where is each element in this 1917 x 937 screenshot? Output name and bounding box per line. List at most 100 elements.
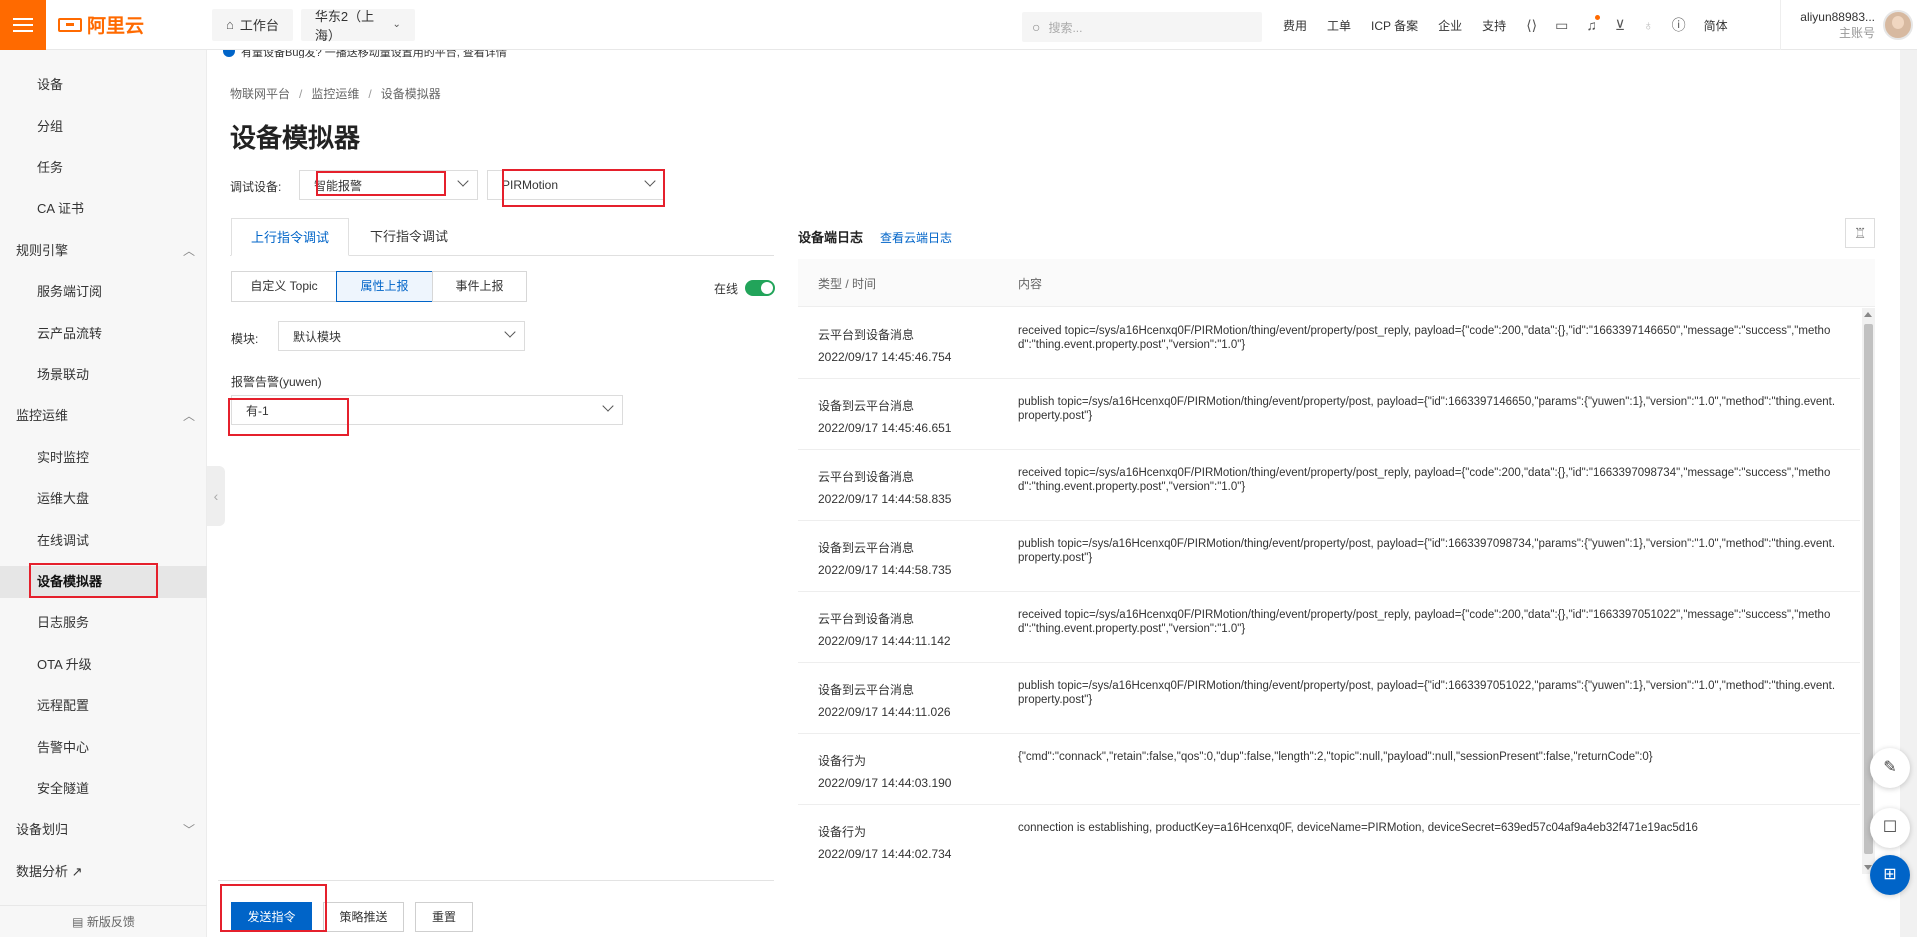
- bell-icon[interactable]: ♫: [1586, 15, 1600, 33]
- sidebar-item-alert-center[interactable]: 告警中心: [0, 732, 207, 764]
- segment-custom-topic[interactable]: 自定义 Topic: [231, 271, 337, 302]
- reset-button[interactable]: 重置: [415, 902, 473, 932]
- top-link-enterprise[interactable]: 企业: [1438, 17, 1462, 34]
- grid-icon: ⊞: [1883, 866, 1897, 883]
- home-icon: ⌂: [226, 17, 234, 32]
- sidebar-group-monitoring[interactable]: 监控运维 ︿: [0, 400, 207, 432]
- chevron-down-icon: [602, 400, 614, 412]
- account-type: 主账号: [1838, 26, 1875, 40]
- cart-icon[interactable]: ⊻: [1615, 17, 1625, 34]
- sidebar: 设备 分组 任务 CA 证书 规则引擎 ︿ 服务端订阅 云产品流转 场景联动 监…: [0, 50, 207, 937]
- aliyun-logo[interactable]: 阿里云: [58, 0, 158, 50]
- sidebar-item-ca-cert[interactable]: CA 证书: [0, 193, 207, 225]
- sidebar-collapse-handle[interactable]: ‹: [207, 466, 225, 526]
- clear-log-button[interactable]: ♖: [1845, 218, 1875, 248]
- top-links: 费用 工单 ICP 备案 企业 支持 ⟨⟩ ▭ ♫ ⊻ ♁ ⓘ 简体: [1283, 0, 1748, 50]
- sidebar-item-secure-tunnel[interactable]: 安全隧道: [0, 773, 207, 805]
- device-log-table: 类型 / 时间 内容 云平台到设备消息 2022/09/17 14:45:46.…: [798, 259, 1875, 861]
- chat-float-button[interactable]: ☐: [1870, 808, 1910, 848]
- workbench-button[interactable]: ⌂ 工作台: [212, 8, 293, 41]
- sidebar-item-tasks[interactable]: 任务: [0, 152, 207, 184]
- sidebar-item-device-simulator[interactable]: 设备模拟器: [0, 566, 207, 598]
- device-select-label: 调试设备:: [230, 180, 282, 194]
- chevron-down-icon: ⌄: [392, 19, 401, 30]
- sidebar-item-devices[interactable]: 设备: [0, 69, 207, 101]
- log-table-header: 类型 / 时间 内容: [798, 259, 1875, 307]
- chevron-down-icon: [504, 326, 516, 338]
- top-link-icp[interactable]: ICP 备案: [1371, 17, 1418, 34]
- sidebar-item-online-debug[interactable]: 在线调试: [0, 525, 207, 557]
- feedback-icon: ▤: [72, 915, 87, 929]
- scroll-up-arrow-icon[interactable]: [1864, 312, 1872, 317]
- feedback-link[interactable]: ▤ 新版反馈: [0, 905, 207, 937]
- table-row: 设备到云平台消息 2022/09/17 14:44:58.735 publish…: [798, 521, 1860, 592]
- view-cloud-log-link[interactable]: 查看云端日志: [880, 229, 952, 246]
- chevron-down-icon: [644, 175, 656, 187]
- sidebar-group-rules-engine[interactable]: 规则引擎 ︿: [0, 235, 207, 267]
- code-icon[interactable]: ⟨⟩: [1526, 17, 1537, 34]
- menu-icon: [13, 23, 33, 26]
- divider: [218, 880, 774, 881]
- top-link-billing[interactable]: 费用: [1283, 17, 1307, 34]
- table-row: 云平台到设备消息 2022/09/17 14:44:11.142 receive…: [798, 592, 1860, 663]
- sidebar-group-device-assign[interactable]: 设备划归 ﹀: [0, 814, 207, 846]
- chevron-left-icon: ‹: [213, 488, 219, 504]
- send-command-button[interactable]: 发送指令: [231, 902, 312, 932]
- tab-downlink-debug[interactable]: 下行指令调试: [350, 218, 468, 256]
- debug-tabs: 上行指令调试 下行指令调试: [230, 218, 774, 256]
- top-link-support[interactable]: 支持: [1482, 17, 1506, 34]
- brush-icon: ♖: [1853, 225, 1867, 241]
- top-link-tickets[interactable]: 工单: [1327, 17, 1351, 34]
- sidebar-group-data-analysis[interactable]: 数据分析 ↗: [0, 856, 207, 888]
- table-row: 设备行为 2022/09/17 14:44:03.190 {"cmd":"con…: [798, 734, 1860, 805]
- edit-float-button[interactable]: ✎: [1870, 748, 1910, 788]
- language-switch[interactable]: 简体: [1704, 17, 1728, 34]
- terminal-icon[interactable]: ▭: [1555, 17, 1568, 34]
- sidebar-item-realtime-monitor[interactable]: 实时监控: [0, 442, 207, 474]
- table-row: 云平台到设备消息 2022/09/17 14:45:46.754 receive…: [798, 308, 1860, 379]
- module-select[interactable]: 默认模块: [278, 321, 525, 351]
- breadcrumb-item: 设备模拟器: [380, 87, 441, 101]
- hamburger-menu-button[interactable]: [0, 0, 46, 50]
- table-row: 设备行为 2022/09/17 14:44:02.734 connection …: [818, 822, 1698, 861]
- avatar[interactable]: [1883, 10, 1913, 40]
- device-select[interactable]: PIRMotion: [487, 170, 665, 200]
- page-scrollbar[interactable]: [1900, 50, 1917, 937]
- help-icon[interactable]: ⓘ: [1672, 15, 1686, 35]
- pencil-icon: ✎: [1883, 759, 1897, 776]
- chevron-down-icon: [457, 175, 469, 187]
- table-row: 设备到云平台消息 2022/09/17 14:45:46.651 publish…: [798, 379, 1860, 450]
- chevron-down-icon: ﹀: [182, 823, 195, 837]
- sidebar-item-scene-linkage[interactable]: 场景联动: [0, 359, 207, 391]
- chevron-up-icon: ︿: [182, 244, 195, 258]
- sidebar-item-ops-dashboard[interactable]: 运维大盘: [0, 483, 207, 515]
- online-toggle[interactable]: [745, 280, 775, 296]
- global-search-input[interactable]: ○ 搜索...: [1022, 12, 1262, 42]
- region-selector[interactable]: 华东2（上海） ⌄: [300, 8, 415, 43]
- chevron-up-icon: ︿: [182, 409, 195, 423]
- lightbulb-icon[interactable]: ♁: [1643, 17, 1654, 33]
- strategy-push-button[interactable]: 策略推送: [323, 902, 404, 932]
- segment-property-report[interactable]: 属性上报: [336, 271, 433, 302]
- product-select[interactable]: 智能报警: [299, 170, 478, 200]
- sidebar-item-log-service[interactable]: 日志服务: [0, 607, 207, 639]
- segment-event-report[interactable]: 事件上报: [432, 271, 527, 302]
- apps-float-button[interactable]: ⊞: [1870, 855, 1910, 895]
- table-row: 云平台到设备消息 2022/09/17 14:44:58.835 receive…: [798, 450, 1860, 521]
- sidebar-item-remote-config[interactable]: 远程配置: [0, 690, 207, 722]
- tab-uplink-debug[interactable]: 上行指令调试: [231, 218, 349, 256]
- aliyun-logo-icon: [58, 17, 82, 32]
- log-scrollbar[interactable]: [1862, 308, 1875, 874]
- breadcrumb-item[interactable]: 物联网平台: [230, 87, 290, 101]
- sidebar-item-cloud-product-flow[interactable]: 云产品流转: [0, 318, 207, 350]
- breadcrumb: 物联网平台 / 监控运维 / 设备模拟器: [230, 87, 441, 101]
- column-header-content: 内容: [1018, 277, 1043, 291]
- column-header-type-time: 类型 / 时间: [818, 277, 877, 291]
- table-row: 设备到云平台消息 2022/09/17 14:44:11.026 publish…: [798, 663, 1860, 734]
- sidebar-item-groups[interactable]: 分组: [0, 111, 207, 143]
- breadcrumb-item[interactable]: 监控运维: [311, 87, 359, 101]
- sidebar-item-server-subscription[interactable]: 服务端订阅: [0, 276, 207, 308]
- account-menu[interactable]: aliyun88983... 主账号: [1780, 0, 1917, 50]
- sidebar-item-ota[interactable]: OTA 升级: [0, 649, 207, 681]
- property-value-select[interactable]: 有-1: [231, 395, 623, 425]
